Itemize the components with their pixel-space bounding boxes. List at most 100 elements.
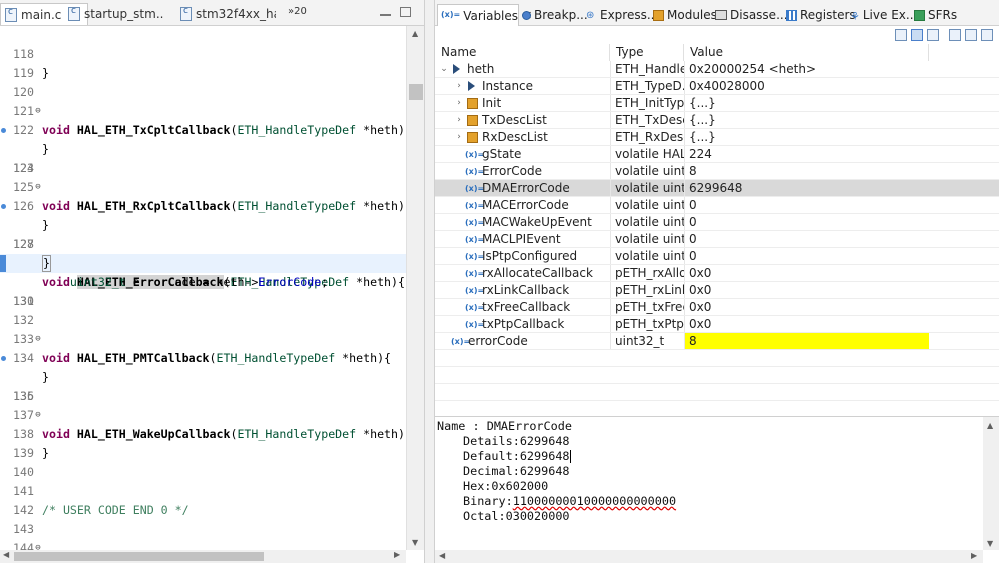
scroll-down-icon[interactable]: ▼ <box>412 538 418 547</box>
tab-expressions[interactable]: ⊛ Express... <box>583 4 658 26</box>
scroll-thumb[interactable] <box>409 84 423 100</box>
variables-tree[interactable]: Name Type Value ⌄ heth ETH_Handle... 0x2… <box>435 44 999 416</box>
variable-row-txdesclist[interactable]: › TxDescList ETH_TxDesc... {...} <box>435 112 999 129</box>
variable-value[interactable]: 0x20000254 <heth> <box>684 61 929 77</box>
expand-icon[interactable]: › <box>454 78 464 94</box>
struct-icon <box>467 132 478 143</box>
variable-row-local-errorcode[interactable]: (x)= errorCode uint32_t 8 <box>435 333 999 350</box>
variable-row-init[interactable]: › Init ETH_InitTyp... {...} <box>435 95 999 112</box>
scroll-right-icon[interactable]: ▶ <box>971 551 977 560</box>
variable-name: Init <box>482 96 502 110</box>
variable-name-cell: (x)= MACLPIEvent <box>435 231 610 247</box>
tab-overflow-button[interactable]: »20 <box>288 6 307 17</box>
variable-value[interactable]: 0x0 <box>684 299 929 315</box>
variable-row-maclpievent[interactable]: (x)= MACLPIEvent volatile uint... 0 <box>435 231 999 248</box>
variable-type: ETH_TxDesc... <box>610 112 684 128</box>
tab-startup[interactable]: startup_stm... <box>64 3 164 25</box>
editor-vertical-scrollbar[interactable]: ▲ ▼ <box>406 26 424 550</box>
variable-row-isptpconfigured[interactable]: (x)= IsPtpConfigured volatile uint... 0 <box>435 248 999 265</box>
tab-stm32f4xx-hal[interactable]: stm32f4xx_ha... <box>176 3 276 25</box>
column-name[interactable]: Name <box>435 44 610 61</box>
tab-disassembly[interactable]: Disasse... <box>712 4 788 26</box>
scroll-left-icon[interactable]: ◀ <box>3 550 9 559</box>
line-number: 144 <box>13 541 34 550</box>
detail-pane[interactable]: Name : DMAErrorCode Details:6299648 Defa… <box>435 416 999 563</box>
variable-value[interactable]: 0x40028000 <box>684 78 929 94</box>
variable-type: uint32_t <box>610 333 684 349</box>
show-type-names-icon[interactable] <box>895 29 907 41</box>
variable-row-gstate[interactable]: (x)= gState volatile HAL... 224 <box>435 146 999 163</box>
tab-sfrs[interactable]: SFRs <box>911 4 957 26</box>
tab-variables[interactable]: (x)= Variables ✕ <box>437 4 532 26</box>
tab-modules[interactable]: Modules <box>650 4 717 26</box>
tab-breakpoints[interactable]: Breakp... <box>519 4 588 26</box>
variable-type: volatile uint... <box>610 248 684 264</box>
scroll-down-icon[interactable]: ▼ <box>987 539 993 548</box>
expand-icon[interactable]: › <box>454 129 464 145</box>
tab-label: startup_stm... <box>84 7 164 21</box>
variable-value[interactable]: 224 <box>684 146 929 162</box>
variable-row-macwakeupevent[interactable]: (x)= MACWakeUpEvent volatile uint... 0 <box>435 214 999 231</box>
pane-divider[interactable] <box>424 0 435 563</box>
detail-default: Default:6299648 <box>463 449 571 463</box>
breakpoint-marker[interactable] <box>1 204 6 209</box>
variable-row-rxallocatecallback[interactable]: (x)= rxAllocateCallback pETH_rxAllo... 0… <box>435 265 999 282</box>
variable-name-cell: ⌄ heth <box>435 61 610 77</box>
variable-row-rxdesclist[interactable]: › RxDescList ETH_RxDesc... {...} <box>435 129 999 146</box>
variable-value[interactable]: 0x0 <box>684 316 929 332</box>
detail-horizontal-scrollbar[interactable]: ◀ ▶ <box>435 550 983 563</box>
breakpoint-marker[interactable] <box>1 128 6 133</box>
tab-label: stm32f4xx_ha... <box>196 7 276 21</box>
variable-row-rxlinkcallback[interactable]: (x)= rxLinkCallback pETH_rxLink... 0x0 <box>435 282 999 299</box>
maximize-icon[interactable] <box>400 7 411 17</box>
scroll-right-icon[interactable]: ▶ <box>394 550 400 559</box>
detail-vertical-scrollbar[interactable]: ▲ ▼ <box>983 417 999 550</box>
collapse-all-icon[interactable] <box>927 29 939 41</box>
variable-row-errorcode[interactable]: (x)= ErrorCode volatile uint... 8 <box>435 163 999 180</box>
scroll-up-icon[interactable]: ▲ <box>987 421 993 430</box>
tab-live-expressions[interactable]: ⚘ Live Ex... <box>847 4 917 26</box>
variable-value[interactable]: {...} <box>684 129 929 145</box>
code-editor[interactable]: main.c ✕ startup_stm... stm32f4xx_ha... … <box>0 0 424 563</box>
code-area[interactable]: 118 } 119 120 ⊖ void HAL_ETH_TxCpltCallb… <box>0 26 406 550</box>
expand-icon[interactable]: › <box>454 95 464 111</box>
variable-value[interactable]: 0x0 <box>684 282 929 298</box>
variable-value[interactable]: 0x0 <box>684 265 929 281</box>
collapse-icon[interactable]: ⌄ <box>439 61 449 77</box>
variable-value[interactable]: 8 <box>684 333 929 349</box>
variable-value[interactable]: {...} <box>684 112 929 128</box>
new-view-icon[interactable] <box>949 29 961 41</box>
column-type[interactable]: Type <box>610 44 684 61</box>
tab-registers[interactable]: Registers <box>783 4 856 26</box>
variable-row-instance[interactable]: › Instance ETH_TypeD... 0x40028000 <box>435 78 999 95</box>
variable-row-dmaerrorcode[interactable]: (x)= DMAErrorCode volatile uint... 62996… <box>435 180 999 197</box>
breakpoint-marker[interactable] <box>1 356 6 361</box>
variable-name: MACErrorCode <box>482 198 569 212</box>
column-value[interactable]: Value <box>684 44 929 61</box>
variable-value[interactable]: 0 <box>684 231 929 247</box>
variable-icon: (x)= <box>441 10 461 19</box>
tab-label: Breakp... <box>534 8 588 22</box>
pin-icon[interactable] <box>965 29 977 41</box>
variable-value[interactable]: 0 <box>684 248 929 264</box>
variable-row-txfreecallback[interactable]: (x)= txFreeCallback pETH_txFree... 0x0 <box>435 299 999 316</box>
variable-value[interactable]: 8 <box>684 163 929 179</box>
variable-row-txptpcallback[interactable]: (x)= txPtpCallback pETH_txPtp... 0x0 <box>435 316 999 333</box>
variable-row-heth[interactable]: ⌄ heth ETH_Handle... 0x20000254 <heth> <box>435 61 999 78</box>
variable-value[interactable]: {...} <box>684 95 929 111</box>
scroll-thumb[interactable] <box>14 552 264 561</box>
variable-value[interactable]: 0 <box>684 214 929 230</box>
minimize-icon[interactable] <box>380 12 391 16</box>
view-menu-icon[interactable] <box>981 29 993 41</box>
show-logical-structure-icon[interactable] <box>911 29 923 41</box>
code-line: 123 <box>0 121 406 175</box>
expand-icon[interactable]: › <box>454 112 464 128</box>
variable-name-cell: (x)= IsPtpConfigured <box>435 248 610 264</box>
editor-horizontal-scrollbar[interactable]: ◀ ▶ <box>0 550 406 563</box>
scroll-left-icon[interactable]: ◀ <box>439 551 445 560</box>
scroll-up-icon[interactable]: ▲ <box>412 29 418 38</box>
variable-row-macerrorcode[interactable]: (x)= MACErrorCode volatile uint... 0 <box>435 197 999 214</box>
variable-value[interactable]: 6299648 <box>684 180 929 196</box>
variable-value[interactable]: 0 <box>684 197 929 213</box>
variable-name: RxDescList <box>482 130 548 144</box>
